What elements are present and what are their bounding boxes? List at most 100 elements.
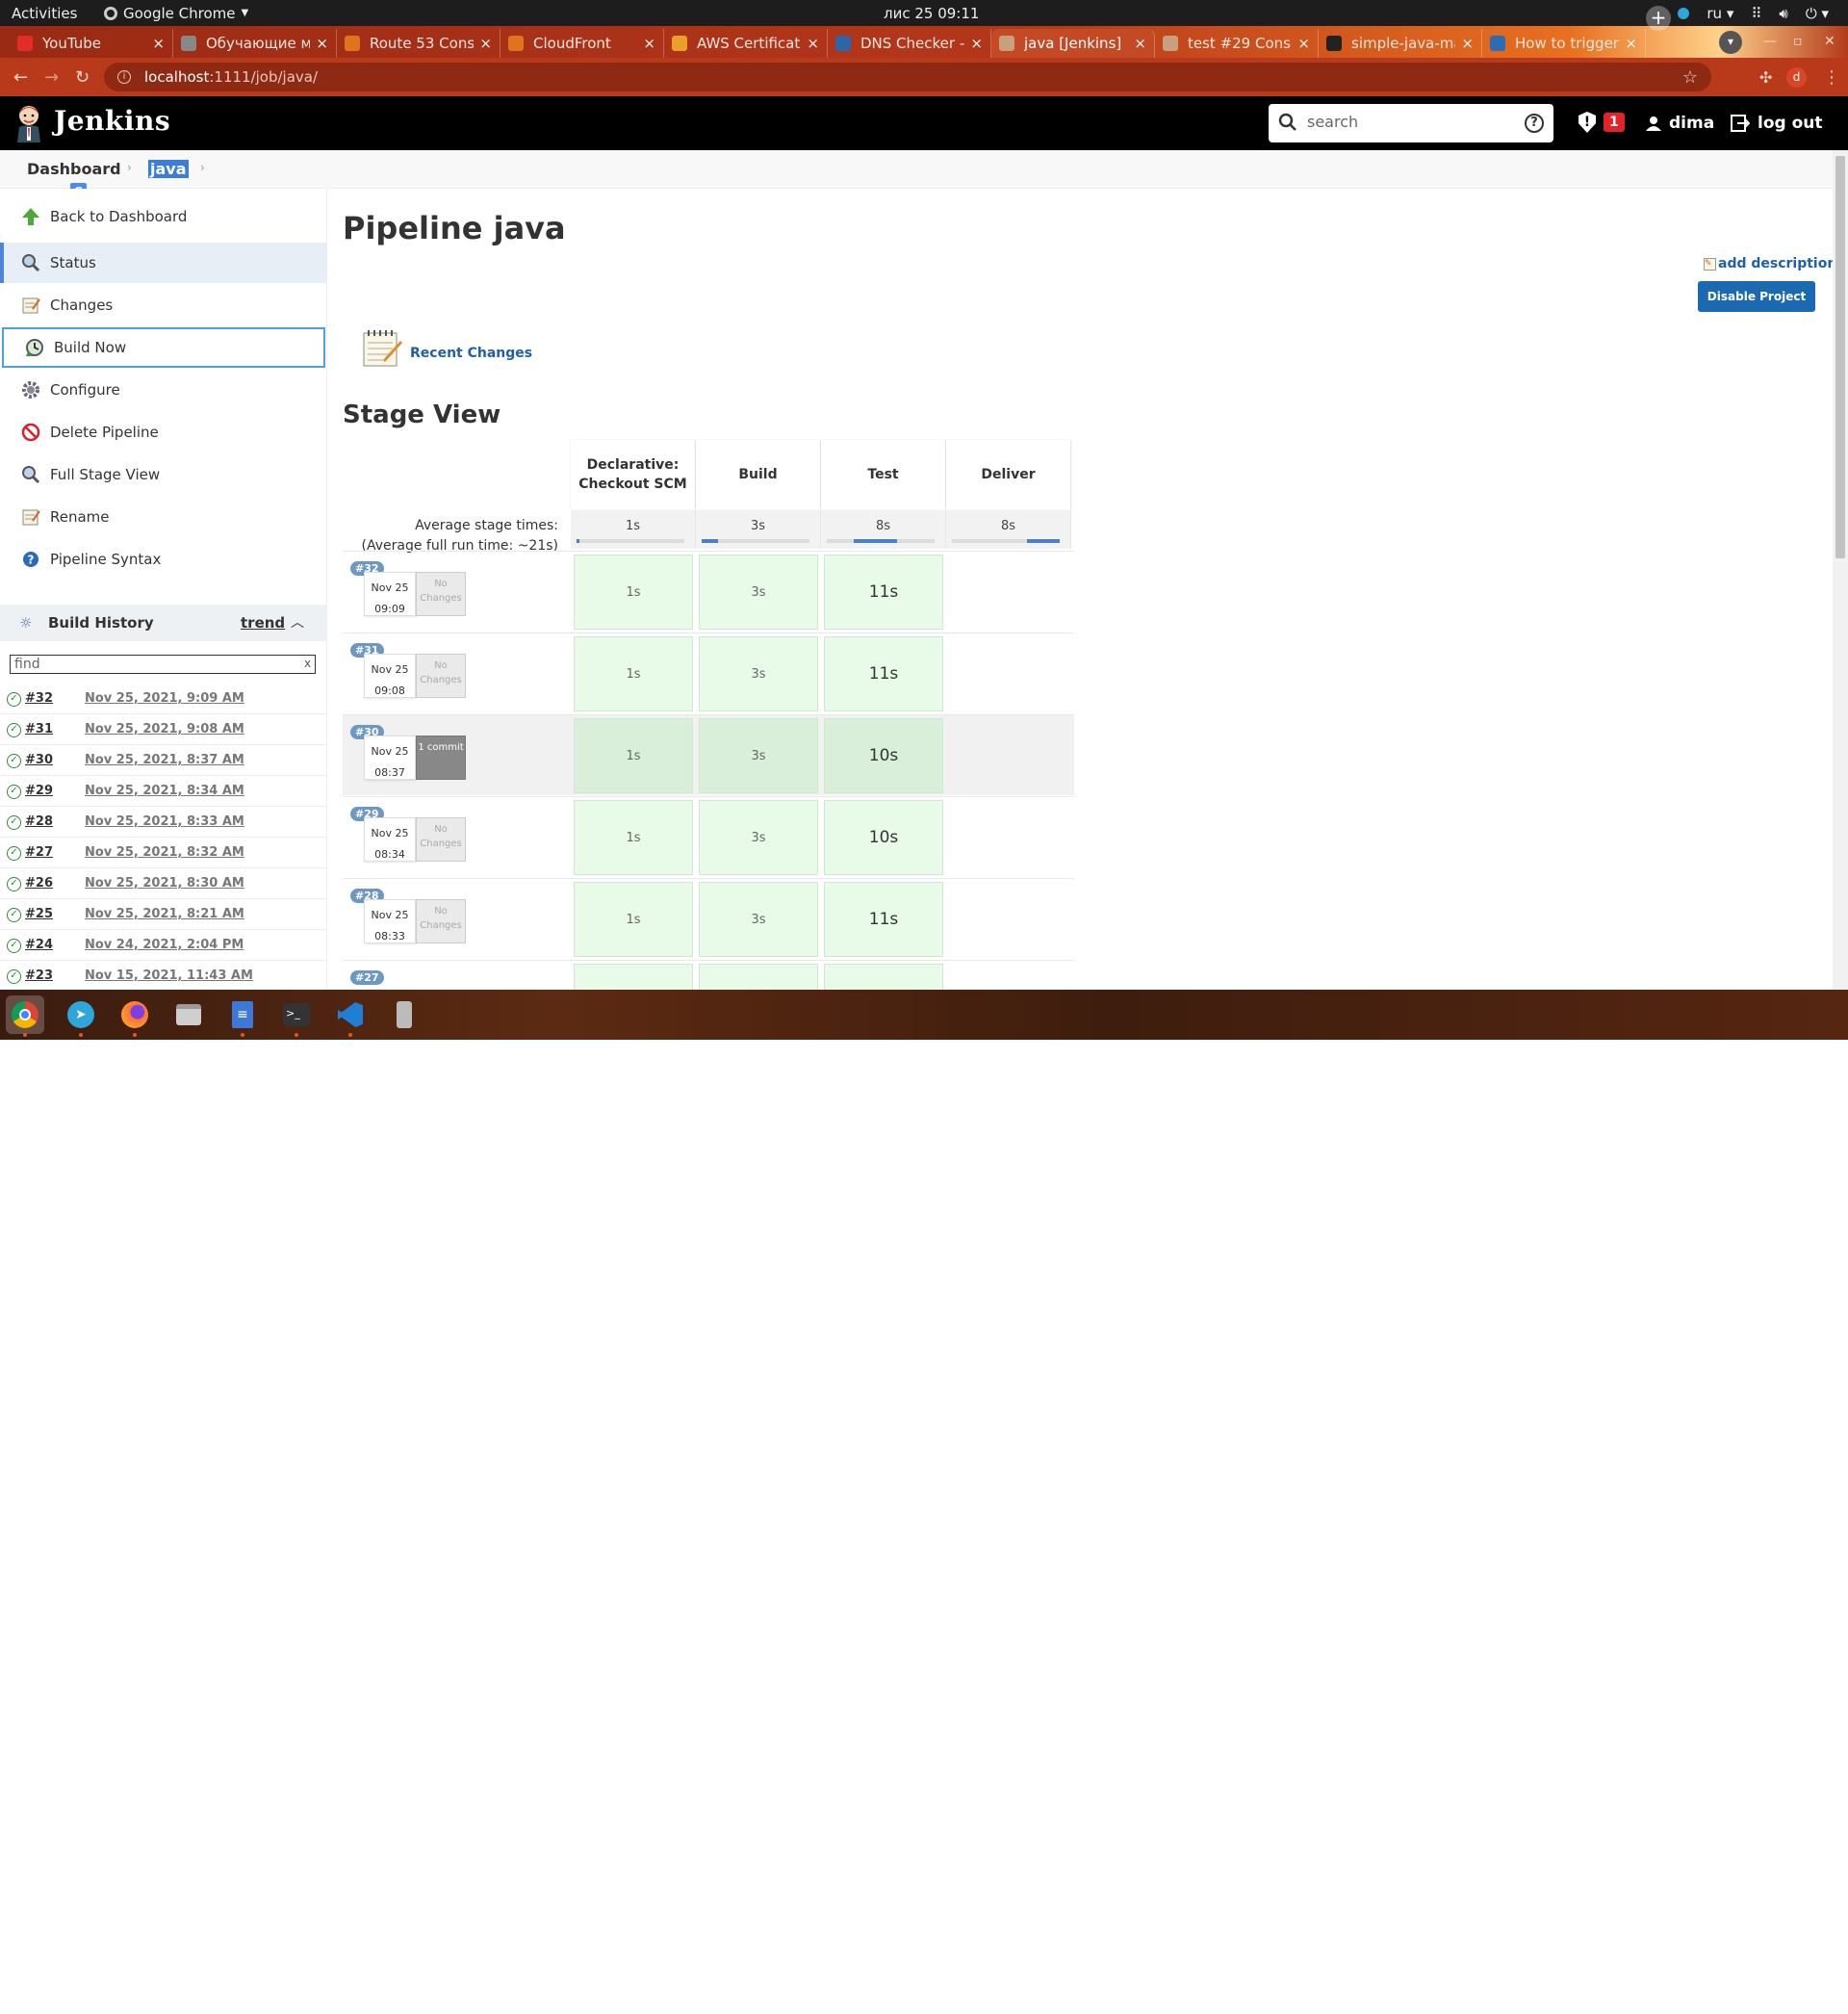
page-scrollbar[interactable] [1833, 150, 1848, 990]
history-row[interactable]: ✓ #32 Nov 25, 2021, 9:09 AM [0, 684, 327, 714]
build-number-link[interactable]: #29 [25, 784, 53, 798]
task-status[interactable]: Status [0, 243, 327, 283]
collapse-chevron-icon[interactable]: ︿ [291, 612, 304, 632]
minimize-icon[interactable]: — [1763, 34, 1777, 49]
close-tab-icon[interactable]: × [152, 35, 165, 52]
task-changes[interactable]: Changes [0, 285, 327, 325]
tab-search-button[interactable]: ▾ [1719, 31, 1742, 54]
trend-link[interactable]: trend [241, 614, 285, 632]
run-changes[interactable]: No Changes [416, 899, 466, 943]
add-description-link[interactable]: ✎ add description [1704, 256, 1836, 271]
history-row[interactable]: ✓ #24 Nov 24, 2021, 2:04 PM [0, 930, 327, 961]
close-tab-icon[interactable]: × [807, 35, 819, 52]
history-row[interactable]: ✓ #31 Nov 25, 2021, 9:08 AM [0, 714, 327, 745]
build-number-link[interactable]: #25 [25, 907, 53, 921]
run-changes[interactable]: 1 commit [416, 736, 466, 780]
task-rename[interactable]: Rename [0, 497, 327, 537]
stage-cell[interactable]: 3s [699, 882, 818, 957]
history-row[interactable]: ✓ #27 Nov 25, 2021, 8:32 AM [0, 838, 327, 868]
build-date-link[interactable]: Nov 25, 2021, 8:33 AM [85, 814, 244, 829]
close-tab-icon[interactable]: × [1461, 35, 1474, 52]
stage-cell[interactable]: 1s [574, 636, 693, 711]
power-icon[interactable]: ⏻ ▾ [1806, 5, 1829, 22]
run-row[interactable]: #29 Nov 25 08:34 No Changes 1s 3s 10s [343, 796, 1074, 877]
profile-avatar[interactable]: d [1786, 67, 1807, 88]
build-number-link[interactable]: #24 [25, 938, 53, 952]
user-menu[interactable]: dima [1646, 114, 1714, 133]
history-row[interactable]: ✓ #30 Nov 25, 2021, 8:37 AM [0, 745, 327, 776]
breadcrumb-dashboard[interactable]: Dashboard [27, 160, 121, 178]
run-changes[interactable]: No Changes [416, 817, 466, 862]
stage-cell[interactable]: 10s [824, 800, 943, 875]
close-window-icon[interactable]: ✕ [1824, 34, 1835, 49]
stage-cell[interactable] [699, 964, 818, 990]
build-history-find-input[interactable] [10, 655, 316, 674]
terminal-icon[interactable]: >_ [277, 995, 316, 1037]
browser-tab[interactable]: YouTube × [10, 29, 173, 58]
build-date-link[interactable]: Nov 25, 2021, 8:21 AM [85, 907, 244, 921]
task-full-stage-view[interactable]: Full Stage View [0, 454, 327, 495]
browser-tab[interactable]: test #29 Conso × [1155, 29, 1319, 58]
telegram-tray-icon[interactable] [1678, 7, 1690, 19]
network-icon[interactable]: ⠿ [1751, 5, 1761, 22]
stage-cell[interactable]: 3s [699, 636, 818, 711]
build-date-link[interactable]: Nov 25, 2021, 9:09 AM [85, 691, 244, 706]
maximize-icon[interactable]: ▫ [1793, 34, 1803, 49]
language-indicator[interactable]: ru ▾ [1707, 5, 1733, 22]
telegram-icon[interactable]: ➤ [62, 995, 100, 1037]
app-menu[interactable]: Google Chrome ▼ [104, 5, 248, 22]
new-tab-button[interactable]: + [1646, 6, 1671, 31]
volume-icon[interactable]: 🔊︎ [1779, 5, 1787, 22]
breadcrumb-job[interactable]: java [148, 160, 189, 178]
stage-cell[interactable] [574, 964, 693, 990]
address-bar[interactable]: i localhost:1111/job/java/ ☆ [104, 63, 1711, 91]
browser-tab[interactable]: java [Jenkins] × [991, 29, 1155, 58]
build-date-link[interactable]: Nov 24, 2021, 2:04 PM [85, 938, 244, 952]
site-info-icon[interactable]: i [117, 70, 131, 84]
run-changes[interactable]: No Changes [416, 572, 466, 616]
more-menu-icon[interactable]: ⋮ [1823, 67, 1840, 88]
build-number-link[interactable]: #28 [25, 814, 53, 829]
run-number-badge[interactable]: #27 [350, 970, 384, 985]
search-input[interactable] [1307, 113, 1500, 131]
task-build-now[interactable]: Build Now [2, 327, 325, 368]
reload-icon[interactable]: ↻ [75, 67, 90, 88]
build-date-link[interactable]: Nov 15, 2021, 11:43 AM [85, 968, 253, 983]
stage-cell[interactable]: 3s [699, 800, 818, 875]
history-row[interactable]: ✓ #28 Nov 25, 2021, 8:33 AM [0, 807, 327, 838]
close-tab-icon[interactable]: × [479, 35, 492, 52]
show-applications-icon[interactable] [1811, 1995, 1831, 2014]
run-changes[interactable]: No Changes [416, 654, 466, 698]
jenkins-title[interactable]: Jenkins [54, 105, 170, 137]
browser-tab[interactable]: Обучающие м × [173, 29, 337, 58]
stage-cell[interactable]: 3s [699, 718, 818, 793]
close-tab-icon[interactable]: × [1297, 35, 1310, 52]
browser-tab[interactable]: How to trigger × [1482, 29, 1646, 58]
browser-tab[interactable]: CloudFront × [500, 29, 664, 58]
stage-cell[interactable]: 11s [824, 555, 943, 630]
breadcrumb-chevron-icon[interactable]: › [200, 161, 205, 174]
browser-tab[interactable]: Route 53 Conso × [337, 29, 500, 58]
close-tab-icon[interactable]: × [970, 35, 983, 52]
recent-changes-link[interactable]: Recent Changes [360, 327, 532, 370]
run-row[interactable]: #27 [343, 960, 1074, 990]
stage-cell[interactable]: 1s [574, 555, 693, 630]
breadcrumb-chevron-icon[interactable]: › [127, 161, 132, 174]
build-date-link[interactable]: Nov 25, 2021, 8:32 AM [85, 845, 244, 860]
chrome-icon[interactable] [6, 995, 44, 1037]
stage-cell[interactable]: 1s [574, 800, 693, 875]
system-clock[interactable]: лис 25 09:11 [884, 5, 979, 22]
build-number-link[interactable]: #26 [25, 876, 53, 891]
task-delete-pipeline[interactable]: Delete Pipeline [0, 412, 327, 452]
firefox-icon[interactable] [116, 995, 154, 1037]
run-row[interactable]: #30 Nov 25 08:37 1 commit 1s 3s 10s [343, 714, 1074, 795]
system-tray[interactable]: ru ▾ ⠿ 🔊︎ ⏻ ▾ [1678, 5, 1829, 22]
scrollbar-thumb[interactable] [1835, 156, 1845, 558]
run-row[interactable]: #31 Nov 25 09:08 No Changes 1s 3s 11s [343, 633, 1074, 713]
browser-tab[interactable]: simple-java-ma × [1319, 29, 1482, 58]
build-number-link[interactable]: #31 [25, 722, 53, 736]
bookmark-star-icon[interactable]: ☆ [1682, 67, 1698, 88]
browser-tab[interactable]: DNS Checker - D × [828, 29, 991, 58]
stage-cell[interactable]: 10s [824, 718, 943, 793]
stage-cell[interactable]: 1s [574, 718, 693, 793]
